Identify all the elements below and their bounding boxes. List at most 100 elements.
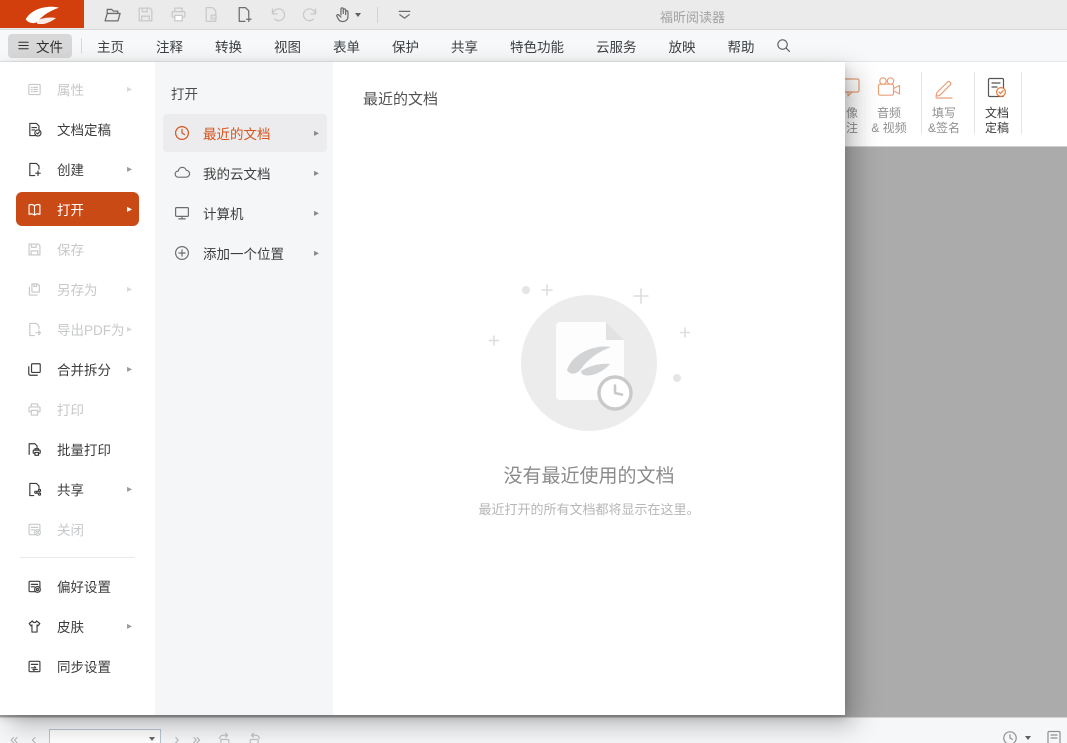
export-pdf-icon — [26, 321, 43, 338]
file-menu-item-close: 关闭 — [16, 509, 139, 549]
ribbon-group-audio-video[interactable]: 音频 & 视频 — [861, 70, 917, 136]
ribbon-group-doc-finalize[interactable]: 文档 定稿 — [969, 70, 1025, 136]
reading-time-icon[interactable] — [1001, 729, 1019, 743]
submenu-arrow-icon: ▸ — [314, 248, 319, 259]
hamburger-icon — [17, 39, 30, 52]
doc-finalize-icon — [969, 70, 1025, 106]
file-menu-item-label: 文档定稿 — [57, 119, 111, 139]
preferences-icon — [26, 578, 43, 595]
tab-form[interactable]: 表单 — [333, 36, 360, 56]
page-layout-icon[interactable] — [1045, 729, 1063, 743]
clock-icon — [173, 124, 191, 142]
last-page-button[interactable]: » — [192, 731, 200, 743]
file-menu-item-create[interactable]: 创建 ▸ — [16, 149, 139, 189]
ribbon-group-label: 音频 — [861, 106, 917, 121]
skin-icon — [26, 618, 43, 635]
foxit-reader-window: 福昕阅读器 文件 主页 注释 转换 视图 表单 保护 共享 特色功能 云服务 放… — [0, 0, 1067, 743]
menubar-divider — [81, 38, 82, 53]
tab-protect[interactable]: 保护 — [392, 36, 419, 56]
submenu-arrow-icon: ▸ — [127, 284, 132, 295]
doc-finalize-icon — [26, 121, 43, 138]
file-menu-item-save: 保存 — [16, 229, 139, 269]
file-menu-item-open[interactable]: 打开 ▸ — [16, 192, 139, 226]
open-item-label: 添加一个位置 — [203, 243, 284, 263]
tab-cloud-service[interactable]: 云服务 — [596, 36, 637, 56]
rotate-left-icon[interactable] — [214, 730, 233, 743]
close-document-icon — [201, 5, 221, 25]
tab-home[interactable]: 主页 — [97, 36, 124, 56]
tab-special-features[interactable]: 特色功能 — [510, 36, 564, 56]
search-icon[interactable] — [775, 37, 792, 54]
recent-documents-title: 最近的文档 — [363, 88, 438, 109]
ribbon-group-label: 定稿 — [969, 121, 1025, 136]
file-menu-item-print: 打印 — [16, 389, 139, 429]
file-menu-item-skin[interactable]: 皮肤 ▸ — [16, 606, 139, 646]
save-as-icon — [26, 281, 43, 298]
customize-toolbar-icon[interactable] — [394, 5, 414, 25]
status-bar-right — [1001, 729, 1063, 743]
file-menu-item-merge-split[interactable]: 合并拆分 ▸ — [16, 349, 139, 389]
open-item-computer[interactable]: 计算机 ▸ — [163, 194, 327, 232]
audio-video-icon — [861, 70, 917, 106]
file-menu-item-label: 导出PDF为 — [57, 319, 125, 339]
hand-tool-dropdown-icon — [355, 13, 361, 17]
open-folder-icon[interactable] — [102, 5, 122, 25]
submenu-arrow-icon: ▸ — [127, 324, 132, 335]
new-document-icon[interactable] — [234, 5, 254, 25]
tab-view[interactable]: 视图 — [274, 36, 301, 56]
print-icon — [26, 401, 43, 418]
file-menu-item-batch-print[interactable]: 批量打印 — [16, 429, 139, 469]
file-menu-item-share[interactable]: 共享 ▸ — [16, 469, 139, 509]
submenu-arrow-icon: ▸ — [127, 621, 132, 632]
toolbar-divider — [377, 7, 378, 23]
ribbon-group-label: &签名 — [916, 121, 972, 136]
submenu-arrow-icon: ▸ — [127, 164, 132, 175]
file-menu-item-label: 关闭 — [57, 519, 84, 539]
file-menu-item-export-pdf: 导出PDF为 ▸ — [16, 309, 139, 349]
file-menu-item-label: 批量打印 — [57, 439, 111, 459]
tab-comment[interactable]: 注释 — [156, 36, 183, 56]
file-menu-button[interactable]: 文件 — [8, 34, 72, 58]
file-menu-item-doc-finalize[interactable]: 文档定稿 — [16, 109, 139, 149]
ribbon-group-label: & 视频 — [861, 121, 917, 136]
empty-state-illustration — [464, 258, 714, 458]
fill-sign-icon — [916, 70, 972, 106]
hand-tool-button[interactable] — [333, 5, 361, 25]
open-item-add-location[interactable]: 添加一个位置 ▸ — [163, 234, 327, 272]
computer-icon — [173, 204, 191, 222]
file-menu-item-preferences[interactable]: 偏好设置 — [16, 566, 139, 606]
tab-share[interactable]: 共享 — [451, 36, 478, 56]
open-item-label: 我的云文档 — [203, 163, 271, 183]
file-menu-label: 文件 — [36, 36, 63, 56]
first-page-button[interactable]: « — [10, 731, 18, 743]
redo-icon — [300, 5, 320, 25]
rotate-right-icon[interactable] — [246, 730, 265, 743]
file-menu-item-label: 打印 — [57, 399, 84, 419]
open-item-cloud-documents[interactable]: 我的云文档 ▸ — [163, 154, 327, 192]
ribbon-group-label: 填写 — [916, 106, 972, 121]
batch-print-icon — [26, 441, 43, 458]
tab-slideshow[interactable]: 放映 — [669, 36, 696, 56]
submenu-arrow-icon: ▸ — [314, 208, 319, 219]
file-menu-item-properties: 属性 ▸ — [16, 69, 139, 109]
page-dropdown-icon — [149, 737, 155, 741]
page-number-input[interactable] — [49, 729, 161, 743]
foxit-logo[interactable] — [0, 0, 84, 28]
file-menu-item-sync-settings[interactable]: 同步设置 — [16, 646, 139, 686]
status-bar: « ‹ › » — [0, 717, 1067, 743]
open-item-recent-documents[interactable]: 最近的文档 ▸ — [163, 114, 327, 152]
next-page-button[interactable]: › — [174, 731, 179, 743]
title-bar: 福昕阅读器 — [0, 0, 1067, 30]
submenu-arrow-icon: ▸ — [314, 128, 319, 139]
file-menu-item-label: 创建 — [57, 159, 84, 179]
ribbon-group-fill-sign[interactable]: 填写 &签名 — [916, 70, 972, 136]
merge-split-icon — [26, 361, 43, 378]
print-icon — [168, 5, 188, 25]
previous-page-button[interactable]: ‹ — [31, 731, 36, 743]
page-navigation: « ‹ › » — [10, 729, 265, 743]
foxit-swoosh-icon — [23, 4, 61, 24]
window-title: 福昕阅读器 — [660, 7, 780, 26]
tab-help[interactable]: 帮助 — [728, 36, 755, 56]
menu-tabs: 主页 注释 转换 视图 表单 保护 共享 特色功能 云服务 放映 帮助 — [97, 36, 755, 56]
tab-convert[interactable]: 转换 — [215, 36, 242, 56]
